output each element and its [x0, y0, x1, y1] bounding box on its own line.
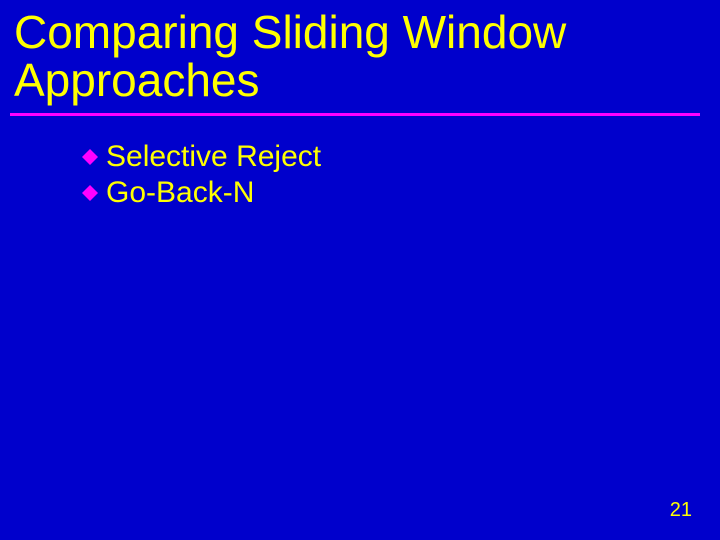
- page-number: 21: [670, 499, 692, 522]
- list-item: Selective Reject: [80, 140, 720, 175]
- diamond-bullet-icon: [80, 183, 100, 203]
- slide-title: Comparing Sliding Window Approaches: [0, 0, 720, 111]
- list-item: Go-Back-N: [80, 176, 720, 211]
- title-underline: [10, 113, 700, 116]
- diamond-bullet-icon: [80, 147, 100, 167]
- bullet-list: Selective Reject Go-Back-N: [0, 140, 720, 211]
- bullet-label: Go-Back-N: [106, 176, 254, 211]
- bullet-label: Selective Reject: [106, 140, 321, 175]
